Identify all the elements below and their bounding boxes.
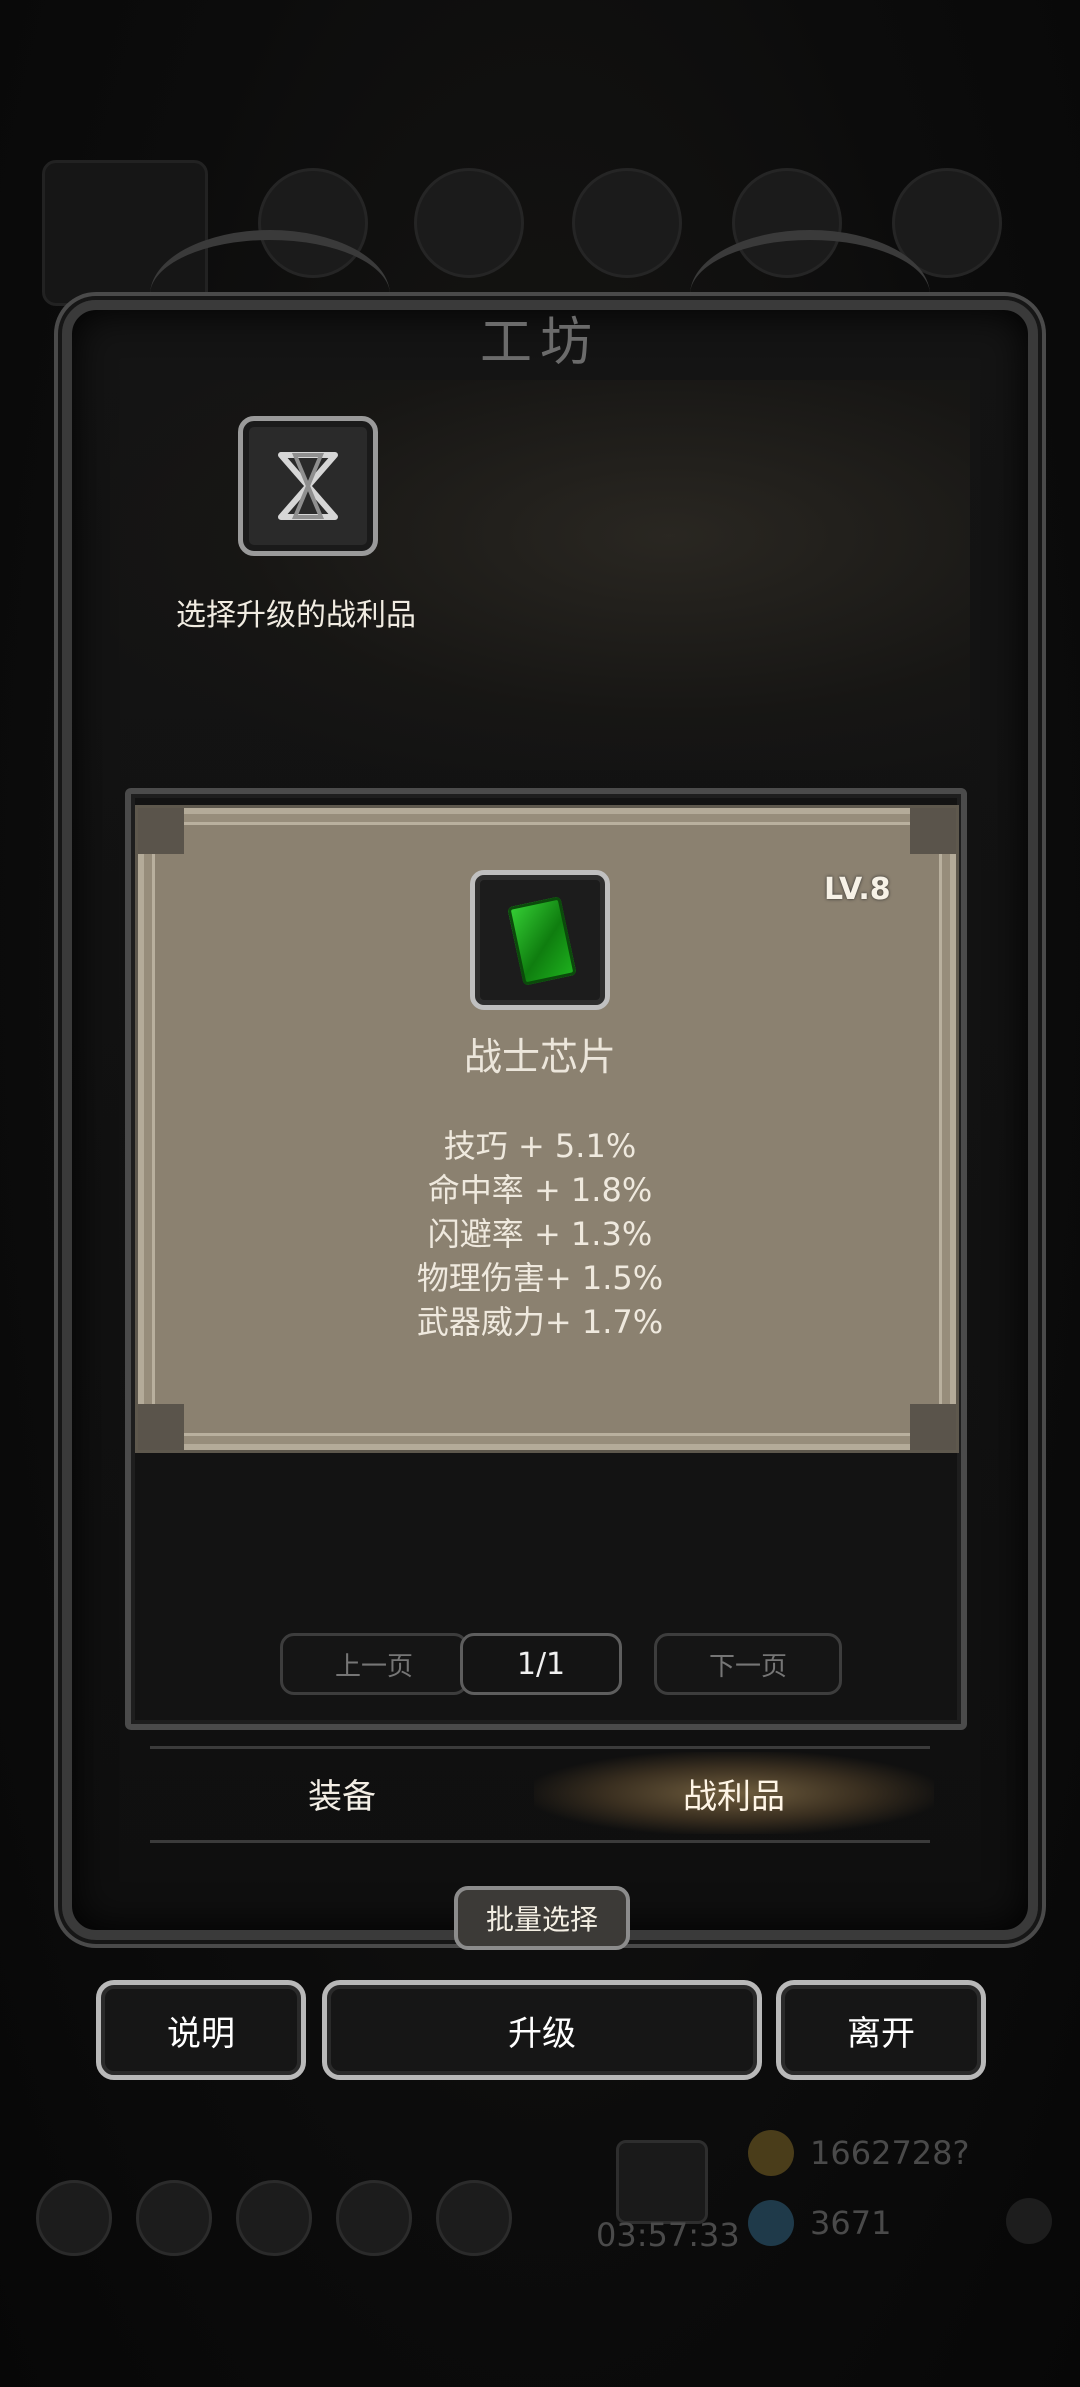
- card-corner: [138, 808, 184, 854]
- card-corner: [138, 1404, 184, 1450]
- page-indicator: 1/1: [460, 1633, 622, 1695]
- next-page-button[interactable]: 下一页: [654, 1633, 842, 1695]
- upgrade-button[interactable]: 升级: [322, 1980, 762, 2080]
- stat-line: 命中率 + 1.8%: [427, 1171, 653, 1209]
- stat-line: 技巧 + 5.1%: [443, 1127, 637, 1165]
- bg-menu-icon: [136, 2180, 212, 2256]
- card-corner: [910, 808, 956, 854]
- bg-menu-icon: [36, 2180, 112, 2256]
- info-button[interactable]: 说明: [96, 1980, 306, 2080]
- gold-coin-icon: [748, 2130, 794, 2176]
- gem-amount: 3671: [810, 2204, 892, 2242]
- item-icon-frame: [470, 870, 610, 1010]
- workshop-title: 工坊: [479, 313, 600, 373]
- gold-amount: 1662728?: [810, 2134, 970, 2172]
- bg-equip-slot: [414, 168, 524, 278]
- stat-line: 物理伤害+ 1.5%: [416, 1259, 664, 1297]
- bg-corner-icon: [1006, 2198, 1052, 2244]
- bg-timer: 03:57:33: [596, 2216, 740, 2254]
- stat-line: 武器威力+ 1.7%: [416, 1303, 664, 1341]
- prev-page-button[interactable]: 上一页: [280, 1633, 468, 1695]
- tab-loot[interactable]: 战利品: [534, 1752, 934, 1834]
- stat-line: 闪避率 + 1.3%: [427, 1215, 653, 1253]
- item-stats: 技巧 + 5.1% 命中率 + 1.8% 闪避率 + 1.3% 物理伤害+ 1.…: [0, 1124, 1080, 1344]
- bg-menu-icon: [436, 2180, 512, 2256]
- select-hint: 选择升级的战利品: [176, 598, 416, 633]
- bg-menu-icon: [236, 2180, 312, 2256]
- gift-icon: [616, 2140, 708, 2224]
- card-corner: [910, 1404, 956, 1450]
- leave-button[interactable]: 离开: [776, 1980, 986, 2080]
- tab-divider-top: [150, 1746, 930, 1749]
- bg-equip-slot: [572, 168, 682, 278]
- loot-select-slot[interactable]: [238, 416, 378, 556]
- green-chip-icon: [507, 896, 577, 986]
- batch-select-button[interactable]: 批量选择: [454, 1886, 630, 1950]
- bg-menu-icon: [336, 2180, 412, 2256]
- hourglass-icon: [278, 452, 338, 520]
- gem-icon: [748, 2200, 794, 2246]
- item-level: LV.8: [824, 872, 891, 907]
- item-name: 战士芯片: [463, 1035, 616, 1079]
- tab-divider-bottom: [150, 1840, 930, 1843]
- tab-equipment[interactable]: 装备: [142, 1752, 542, 1834]
